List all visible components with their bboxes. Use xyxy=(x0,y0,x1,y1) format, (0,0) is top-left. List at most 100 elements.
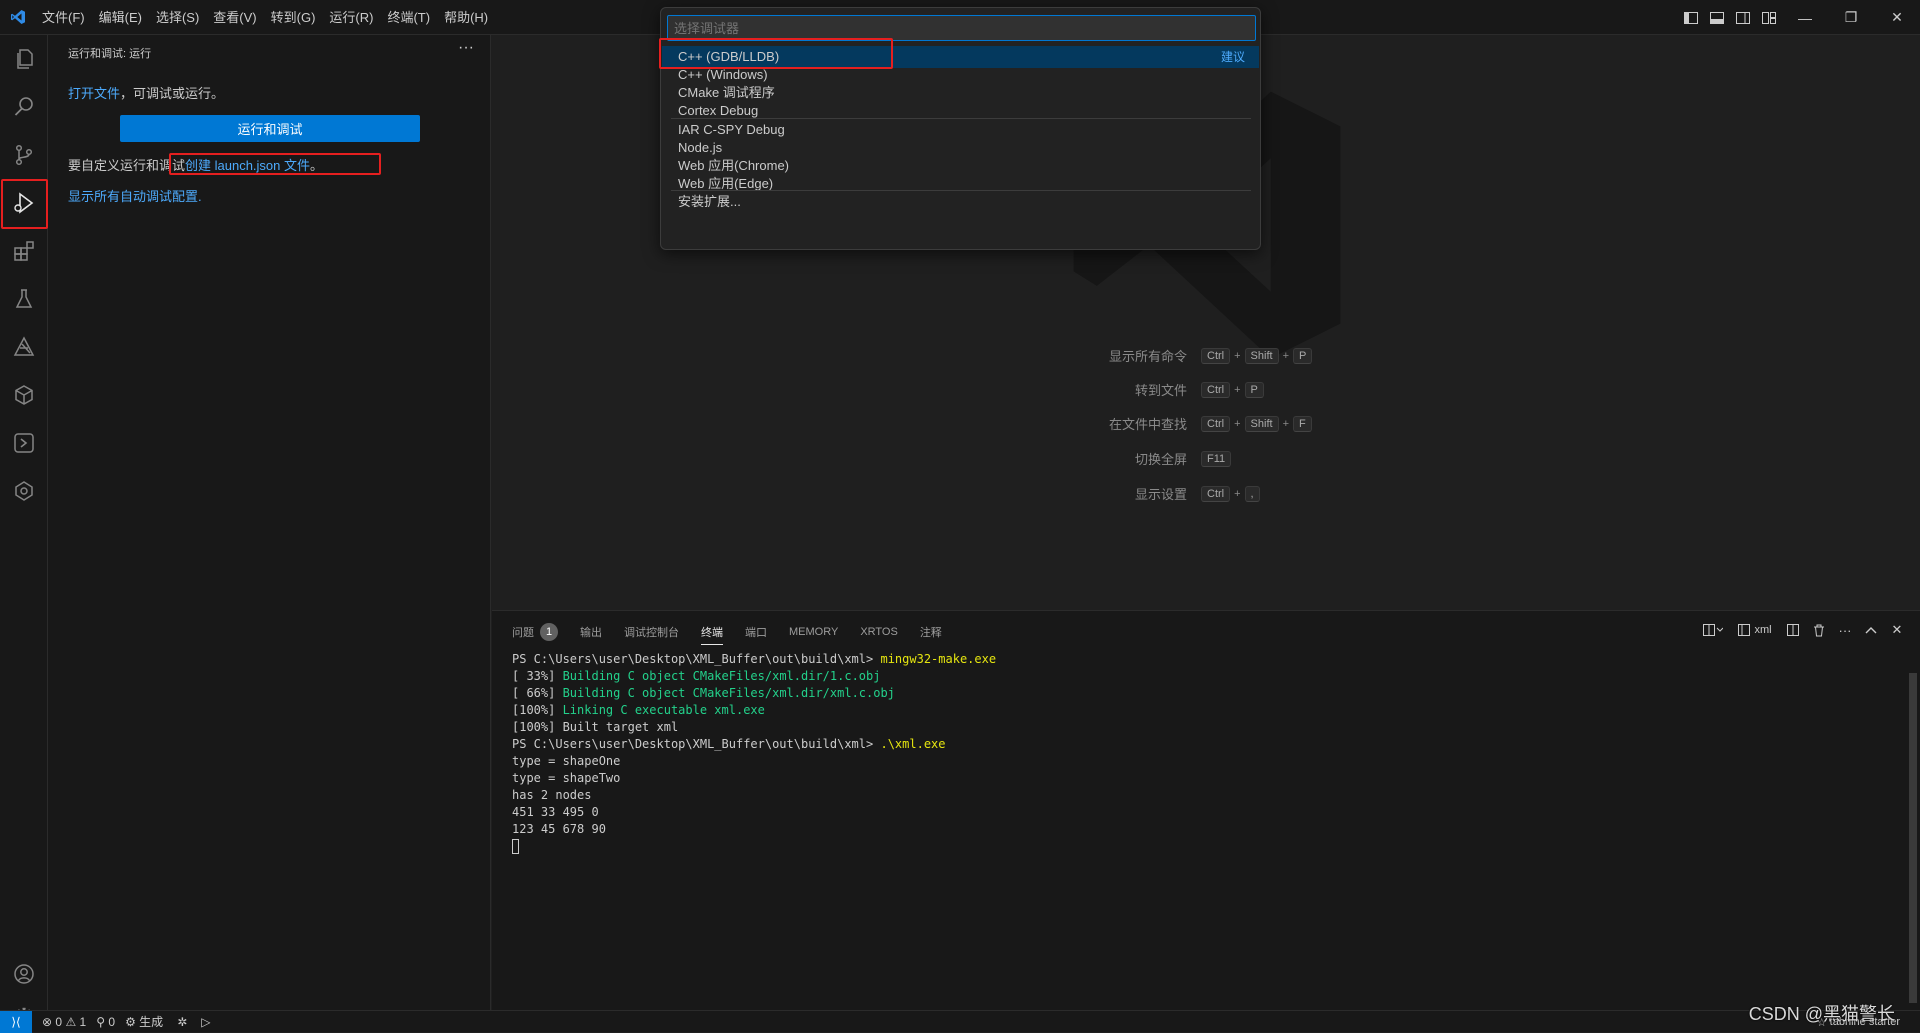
terminal-line: has 2 nodes xyxy=(512,787,996,804)
cmake-icon[interactable] xyxy=(0,371,48,419)
run-and-debug-button[interactable]: 运行和调试 xyxy=(120,115,420,142)
minimize-icon[interactable]: — xyxy=(1782,0,1828,35)
run-debug-icon[interactable] xyxy=(0,179,48,227)
open-file-link[interactable]: 打开文件 xyxy=(68,86,120,101)
files-icon[interactable] xyxy=(0,35,48,83)
plus-sign: + xyxy=(1234,487,1241,500)
terminal-line: type = shapeOne xyxy=(512,753,996,770)
plus-sign: + xyxy=(1234,349,1241,362)
panel-tab[interactable]: MEMORY xyxy=(789,626,838,638)
menu-item-2[interactable]: 选择(S) xyxy=(149,0,206,35)
panel-tab-label: 输出 xyxy=(580,627,602,639)
shortcut-label: 显示所有命令 xyxy=(1108,348,1187,364)
terminal-cmd: mingw32-make.exe xyxy=(880,652,997,666)
debugger-option-label: C++ (GDB/LLDB) xyxy=(678,49,780,64)
debug-bug-icon[interactable]: ✲ xyxy=(177,1015,187,1029)
terminal-text: type = shapeOne xyxy=(512,754,621,768)
menu-item-6[interactable]: 终端(T) xyxy=(380,0,437,35)
panel-tab[interactable]: 问题 1 xyxy=(512,623,558,641)
panel-tab-label: 终端 xyxy=(701,627,723,639)
show-all-configs-link[interactable]: 显示所有自动调试配置 xyxy=(68,189,198,204)
remote-explorer-icon[interactable] xyxy=(0,419,48,467)
more-actions-icon[interactable]: ··· xyxy=(458,39,474,57)
extensions-icon[interactable] xyxy=(0,227,48,275)
run-debug-sidebar: 运行和调试: 运行 ··· 打开文件，可调试或运行。 运行和调试 要自定义运行和… xyxy=(48,35,491,1010)
debugger-search-input[interactable] xyxy=(667,15,1256,41)
debugger-option-label: Node.js xyxy=(678,140,723,155)
terminal-prompt: PS C:\Users\user\Desktop\XML_Buffer\out\… xyxy=(512,737,881,751)
toggle-primary-sidebar-icon[interactable] xyxy=(1678,0,1704,35)
menu-item-3[interactable]: 查看(V) xyxy=(206,0,263,35)
debugger-option-label: Web 应用(Chrome) xyxy=(678,158,790,173)
debugger-option-label: CMake 调试程序 xyxy=(678,85,775,100)
status-bar: ⟩⟨ ⊗ 0 ⚠ 1 ⚲ 0 ⚙ 生成 ✲ ▷ ☆ tabnine starte… xyxy=(0,1010,1920,1033)
customize-layout-icon[interactable] xyxy=(1756,0,1782,35)
keycap: Ctrl xyxy=(1201,485,1231,502)
show-all-suffix: . xyxy=(198,189,202,204)
create-launch-json-link[interactable]: 创建 launch.json 文件 xyxy=(185,158,310,173)
source-control-icon[interactable] xyxy=(0,131,48,179)
shortcut-label: 切换全屏 xyxy=(1134,451,1187,467)
account-icon[interactable] xyxy=(0,950,48,998)
terminal-green: Building C object CMakeFiles/xml.dir/xml… xyxy=(562,686,895,700)
debugger-option[interactable]: 安装扩展... xyxy=(662,191,1259,213)
panel-tab[interactable]: 终端 xyxy=(701,624,723,645)
terminal-output[interactable]: PS C:\Users\user\Desktop\XML_Buffer\out\… xyxy=(512,651,996,855)
error-icon: ⊗ xyxy=(42,1014,53,1029)
close-panel-icon[interactable]: ✕ xyxy=(1884,619,1910,641)
terminal-instance[interactable]: xml xyxy=(1730,619,1780,641)
select-debugger-quickpick: C++ (GDB/LLDB)建议C++ (Windows)CMake 调试程序C… xyxy=(660,7,1261,250)
keycap: F11 xyxy=(1201,450,1232,467)
toggle-panel-icon[interactable] xyxy=(1704,0,1730,35)
menu-item-0[interactable]: 文件(F) xyxy=(35,0,92,35)
kill-terminal-icon[interactable] xyxy=(1806,619,1832,641)
more-panel-actions-icon[interactable]: ··· xyxy=(1832,619,1858,641)
menu-item-1[interactable]: 编辑(E) xyxy=(92,0,149,35)
menu-item-7[interactable]: 帮助(H) xyxy=(437,0,495,35)
close-window-icon[interactable]: ✕ xyxy=(1874,0,1920,35)
build-label: 生成 xyxy=(139,1015,164,1029)
terminal-text: type = shapeTwo xyxy=(512,771,621,785)
problems-status[interactable]: ⊗ 0 ⚠ 1 xyxy=(42,1015,86,1029)
panel-tab[interactable]: 调试控制台 xyxy=(624,624,679,640)
menu-item-5[interactable]: 运行(R) xyxy=(322,0,380,35)
keycap: Shift xyxy=(1244,347,1279,364)
debugger-option-label: 安装扩展... xyxy=(678,194,741,209)
keycap: P xyxy=(1244,381,1264,398)
keycap: Ctrl xyxy=(1201,415,1231,432)
testing-icon[interactable] xyxy=(0,275,48,323)
panel-tab-label: XRTOS xyxy=(860,626,898,638)
terminal-line: PS C:\Users\user\Desktop\XML_Buffer\out\… xyxy=(512,651,996,668)
terminal-line: 123 45 678 90 xyxy=(512,821,996,838)
manage-gear-icon[interactable] xyxy=(0,998,48,1027)
toggle-secondary-sidebar-icon[interactable] xyxy=(1730,0,1756,35)
new-terminal-split-icon[interactable] xyxy=(1696,619,1730,641)
tabnine-icon[interactable] xyxy=(0,323,48,371)
search-icon[interactable] xyxy=(0,83,48,131)
keycap: Shift xyxy=(1244,415,1279,432)
terminal-line: type = shapeTwo xyxy=(512,770,996,787)
panel-tab[interactable]: 端口 xyxy=(745,624,767,640)
plus-sign: + xyxy=(1234,383,1241,396)
remote-indicator-icon[interactable]: ⟩⟨ xyxy=(0,1010,32,1033)
menu-item-4[interactable]: 转到(G) xyxy=(264,0,323,35)
panel-tab-label: 注释 xyxy=(919,627,942,639)
terminal-name: xml xyxy=(1754,624,1772,636)
split-terminal-icon[interactable] xyxy=(1780,619,1806,641)
plus-sign: + xyxy=(1282,417,1289,430)
panel-tab-label: 问题 xyxy=(512,627,534,639)
panel-tab[interactable]: 注释 xyxy=(920,624,942,640)
terminal-scrollbar[interactable] xyxy=(1909,673,1917,1003)
ports-status[interactable]: ⚲ 0 xyxy=(96,1015,115,1029)
launch-run-icon[interactable]: ▷ xyxy=(201,1015,210,1029)
restore-icon[interactable]: ❐ xyxy=(1828,0,1874,35)
customize-prefix: 要自定义运行和调试 xyxy=(68,158,186,173)
open-file-suffix: ，可调试或运行。 xyxy=(120,86,225,101)
tabnine-chat-icon[interactable] xyxy=(0,467,48,515)
shortcut-label: 在文件中查找 xyxy=(1108,416,1187,432)
maximize-panel-icon[interactable] xyxy=(1858,619,1884,641)
panel-tab[interactable]: XRTOS xyxy=(860,626,898,638)
customize-suffix: 。 xyxy=(310,158,324,173)
build-status[interactable]: ⚙ 生成 xyxy=(125,1013,163,1030)
panel-tab[interactable]: 输出 xyxy=(580,624,602,640)
